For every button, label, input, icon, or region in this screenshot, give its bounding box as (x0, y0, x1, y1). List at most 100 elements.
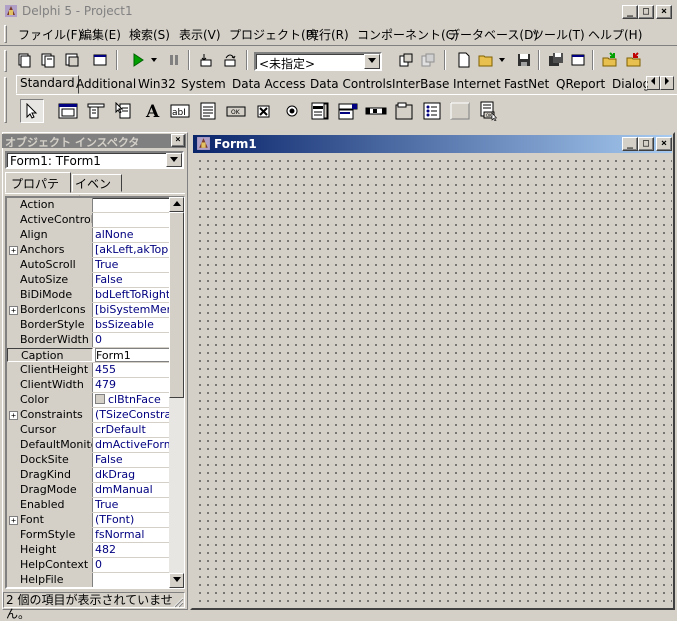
component-frames[interactable] (56, 99, 80, 123)
scroll-down-button[interactable] (169, 573, 184, 588)
property-value-cell[interactable]: 455 (95, 363, 171, 377)
pause-button[interactable] (164, 50, 184, 70)
property-value-cell[interactable]: Form1 (95, 348, 171, 362)
property-row[interactable]: DragMode dmManual (7, 483, 171, 498)
component-scrollbar[interactable] (364, 99, 388, 123)
property-row[interactable]: DragKind dkDrag (7, 468, 171, 483)
property-row[interactable]: FormStyle fsNormal (7, 528, 171, 543)
palette-grip[interactable] (4, 77, 7, 123)
property-value-cell[interactable]: dkDrag (95, 468, 171, 482)
expand-plus-icon[interactable]: + (9, 306, 18, 315)
property-row[interactable]: + Anchors [akLeft,akTop] (7, 243, 171, 258)
step-over-button[interactable] (220, 50, 240, 70)
property-value-cell[interactable]: bsSizeable (95, 318, 171, 332)
component-popupmenu[interactable] (112, 99, 136, 123)
menu-edit[interactable]: 編集(E) (80, 26, 121, 43)
scroll-up-button[interactable] (169, 197, 184, 212)
property-value-cell[interactable]: True (95, 258, 171, 272)
component-checkbox[interactable] (252, 99, 276, 123)
run-dropdown[interactable] (148, 50, 160, 70)
menu-tools[interactable]: ツール(T) (532, 26, 585, 43)
maximize-button[interactable]: □ (638, 5, 654, 19)
object-selector-combo[interactable]: Form1: TForm1 (5, 151, 184, 169)
property-row[interactable]: Color clBtnFace (7, 393, 171, 408)
property-row[interactable]: Enabled True (7, 498, 171, 513)
open-file-button[interactable] (14, 50, 34, 70)
object-inspector-close-button[interactable]: × (171, 134, 185, 147)
tab-win32[interactable]: Win32 (138, 77, 176, 91)
property-value-cell[interactable]: 0 (95, 558, 171, 572)
property-row[interactable]: Cursor crDefault (7, 423, 171, 438)
property-value-cell[interactable]: clBtnFace (95, 393, 171, 407)
property-row[interactable]: ClientWidth 479 (7, 378, 171, 393)
property-row[interactable]: Caption Form1 (7, 348, 171, 363)
tab-interbase[interactable]: InterBase (392, 77, 449, 91)
property-row[interactable]: DockSite False (7, 453, 171, 468)
tab-scroll-right[interactable] (660, 76, 674, 90)
property-value-cell[interactable]: [akLeft,akTop] (95, 243, 171, 257)
property-row[interactable]: ActiveControl (7, 213, 171, 228)
component-label[interactable]: A (140, 99, 164, 123)
property-value-cell[interactable]: dmManual (95, 483, 171, 497)
tab-internet[interactable]: Internet (453, 77, 501, 91)
toggle-form-unit-button[interactable] (90, 50, 110, 70)
open-dropdown[interactable] (496, 50, 508, 70)
expand-plus-icon[interactable]: + (9, 411, 18, 420)
expand-plus-icon[interactable]: + (9, 516, 18, 525)
property-value-cell[interactable] (95, 198, 171, 212)
configuration-combo-dropdown[interactable] (364, 54, 380, 69)
property-row[interactable]: BorderWidth 0 (7, 333, 171, 348)
menu-component[interactable]: コンポーネント(C) (357, 26, 459, 43)
property-row[interactable]: BorderStyle bsSizeable (7, 318, 171, 333)
property-value-cell[interactable]: bdLeftToRight (95, 288, 171, 302)
property-value-cell[interactable]: True (95, 498, 171, 512)
property-row[interactable]: AutoSize False (7, 273, 171, 288)
menu-view[interactable]: 表示(V) (179, 26, 221, 43)
property-value-cell[interactable]: 482 (95, 543, 171, 557)
tab-additional[interactable]: Additional (76, 77, 136, 91)
menu-help[interactable]: ヘルプ(H) (588, 26, 642, 43)
tab-properties[interactable]: プロパティ (5, 172, 71, 208)
property-row[interactable]: Height 482 (7, 543, 171, 558)
component-panel[interactable] (448, 99, 472, 123)
component-listbox[interactable] (308, 99, 332, 123)
form-minimize-button[interactable]: _ (622, 137, 638, 151)
component-groupbox[interactable] (392, 99, 416, 123)
property-row[interactable]: AutoScroll True (7, 258, 171, 273)
expand-plus-icon[interactable]: + (9, 246, 18, 255)
property-row[interactable]: Action (7, 198, 171, 213)
tab-data-access[interactable]: Data Access (232, 77, 306, 91)
component-edit[interactable]: abI (168, 99, 192, 123)
property-row[interactable]: BiDiMode bdLeftToRight (7, 288, 171, 303)
component-actionlist[interactable]: OK (476, 99, 500, 123)
component-memo[interactable] (196, 99, 220, 123)
form-close-button[interactable]: × (656, 137, 672, 151)
component-mainmenu[interactable] (84, 99, 108, 123)
property-value-cell[interactable] (95, 213, 171, 227)
trace-into-button[interactable] (196, 50, 216, 70)
property-row[interactable]: DefaultMonitordmActiveForm (7, 438, 171, 453)
tab-standard[interactable]: Standard (16, 75, 79, 94)
menu-file[interactable]: ファイル(F) (18, 26, 82, 43)
disabled-tool-button[interactable] (418, 50, 438, 70)
menu-project[interactable]: プロジェクト(P) (229, 26, 318, 43)
property-value-cell[interactable]: 0 (95, 333, 171, 347)
form-title-bar[interactable]: Form1 _ □ × (193, 135, 672, 153)
property-value-cell[interactable]: False (95, 453, 171, 467)
run-button[interactable] (128, 50, 148, 70)
toolbar-grip[interactable] (4, 50, 7, 72)
property-value-cell[interactable]: [biSystemMenu (95, 303, 171, 317)
property-value-cell[interactable]: (TFont) (95, 513, 171, 527)
form-design-surface[interactable] (193, 154, 672, 607)
tab-system[interactable]: System (181, 77, 226, 91)
close-button[interactable]: × (656, 5, 672, 19)
property-value-cell[interactable]: False (95, 273, 171, 287)
tab-fastnet[interactable]: FastNet (504, 77, 549, 91)
tab-dialogs[interactable]: Dialogs (612, 77, 648, 91)
resize-grip-icon[interactable] (172, 596, 184, 608)
property-value-cell[interactable]: crDefault (95, 423, 171, 437)
component-radiogroup[interactable] (420, 99, 444, 123)
property-row[interactable]: HelpContext 0 (7, 558, 171, 573)
component-button[interactable]: OK (224, 99, 248, 123)
property-value-cell[interactable]: 479 (95, 378, 171, 392)
